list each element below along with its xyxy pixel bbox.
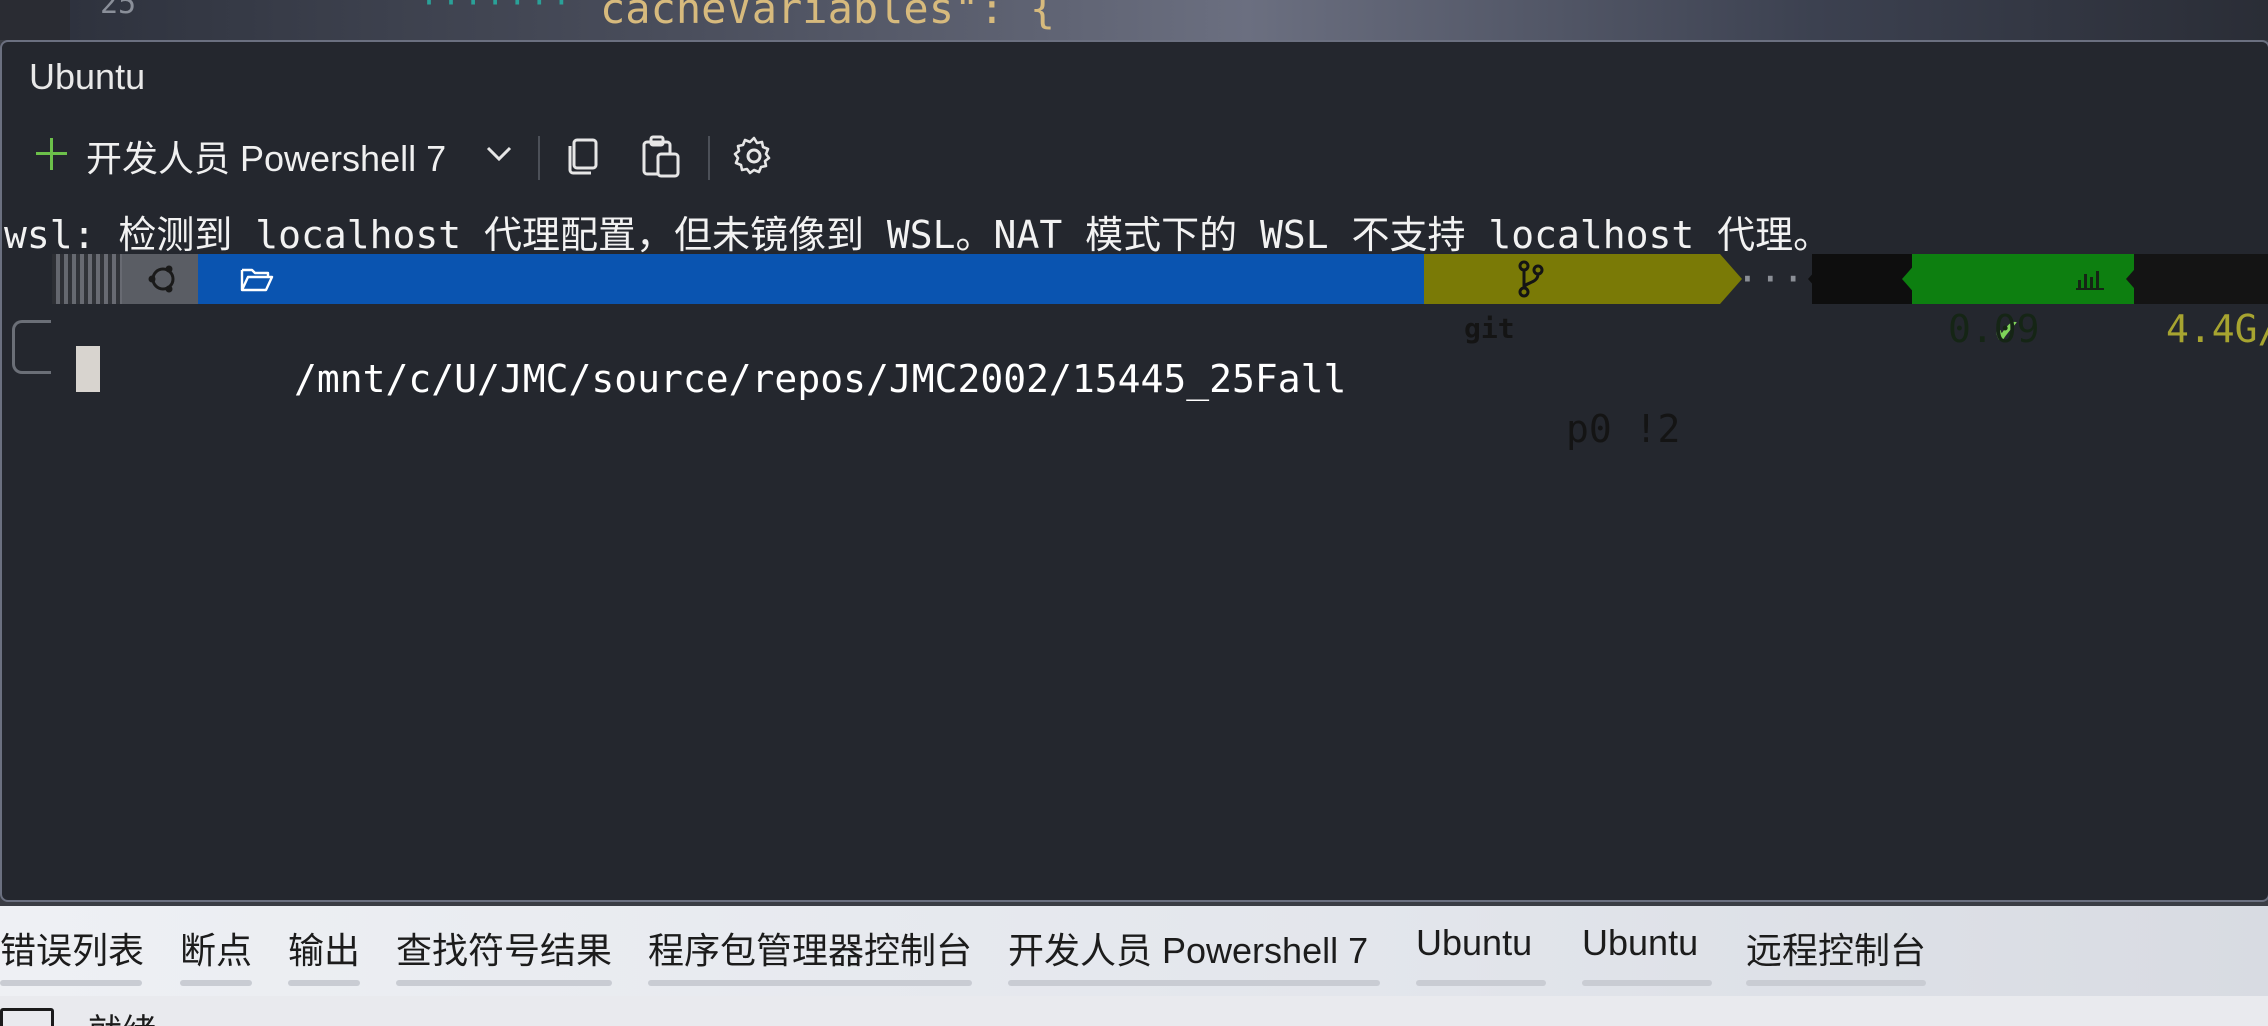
wsl-warning-line: wsl: 检测到 localhost 代理配置，但未镜像到 WSL。NAT 模式… xyxy=(4,213,1832,257)
toolbar-divider xyxy=(708,136,710,180)
new-terminal-button[interactable] xyxy=(32,132,72,176)
plus-icon xyxy=(36,138,67,170)
tab-developer-powershell[interactable]: 开发人员 Powershell 7 xyxy=(1008,922,1368,974)
toolbar-divider xyxy=(538,136,540,180)
git-label: git xyxy=(1464,312,1515,345)
prompt-load-segment: 0.09 xyxy=(1912,254,2134,351)
terminal-window: Ubuntu 开发人员 Powershell 7 wsl: 检测到 localh… xyxy=(0,40,2268,902)
terminal-toolbar: 开发人员 Powershell 7 xyxy=(2,128,902,188)
tab-output[interactable]: 输出 xyxy=(288,922,360,974)
shell-prompt: /mnt/c/U/JMC/source/repos/JMC2002/15445_… xyxy=(2,254,2268,451)
copy-icon[interactable] xyxy=(560,132,608,180)
status-indicator-icon xyxy=(0,1008,54,1026)
window-title: Ubuntu xyxy=(29,56,146,97)
editor-gutter xyxy=(0,0,70,40)
paste-icon[interactable] xyxy=(636,132,684,180)
tab-ubuntu-2[interactable]: Ubuntu xyxy=(1582,922,1698,964)
prompt-git-segment: git p0 !2 xyxy=(1424,254,1720,451)
gear-icon[interactable] xyxy=(730,132,778,180)
status-bar: 就绪 xyxy=(0,996,2268,1026)
tab-error-list[interactable]: 错误列表 xyxy=(0,922,144,974)
prompt-memory-segment: 4.4G/ xyxy=(2134,254,2268,351)
tab-package-manager-console[interactable]: 程序包管理器控制台 xyxy=(648,922,972,974)
prompt-second-line-bracket xyxy=(12,320,51,374)
load-average: 0.09 xyxy=(1948,307,2040,351)
prompt-exit-status: ✔ xyxy=(1812,254,2018,351)
chevron-down-icon[interactable] xyxy=(484,138,514,168)
profile-label: 开发人员 Powershell 7 xyxy=(86,138,447,179)
tool-window-tabs: 错误列表 断点 输出 查找符号结果 程序包管理器控制台 开发人员 Powersh… xyxy=(0,906,2268,996)
tab-remote-console[interactable]: 远程控制台 xyxy=(1746,922,1926,974)
bar-chart-icon xyxy=(2076,271,2104,290)
git-branch-status: p0 !2 xyxy=(1566,407,1681,451)
git-branch-icon xyxy=(1518,260,1544,298)
background-editor: 25 ······· cacheVariables": { xyxy=(0,0,2268,40)
terminal-output[interactable]: wsl: 检测到 localhost 代理配置，但未镜像到 WSL。NAT 模式… xyxy=(2,204,2268,884)
prompt-filler: ··· xyxy=(1736,257,1805,301)
tab-ubuntu-1[interactable]: Ubuntu xyxy=(1416,922,1532,964)
editor-code-line: cacheVariables": { xyxy=(600,0,1056,33)
prompt-path-segment: /mnt/c/U/JMC/source/repos/JMC2002/15445_… xyxy=(198,254,1424,401)
current-path: /mnt/c/U/JMC/source/repos/JMC2002/15445_… xyxy=(294,357,1347,401)
editor-indent-dots: ······· xyxy=(420,0,575,21)
profile-dropdown[interactable]: 开发人员 Powershell 7 xyxy=(86,128,446,184)
prompt-os-segment xyxy=(52,254,202,304)
ubuntu-logo-icon xyxy=(148,265,175,293)
editor-line-number: 25 xyxy=(100,0,137,21)
status-text: 就绪 xyxy=(88,1004,156,1026)
memory-usage: 4.4G/ xyxy=(2166,307,2268,351)
terminal-cursor xyxy=(76,346,100,392)
folder-open-icon xyxy=(240,268,274,292)
tab-breakpoints[interactable]: 断点 xyxy=(180,922,252,974)
tab-find-symbol-results[interactable]: 查找符号结果 xyxy=(396,922,612,974)
